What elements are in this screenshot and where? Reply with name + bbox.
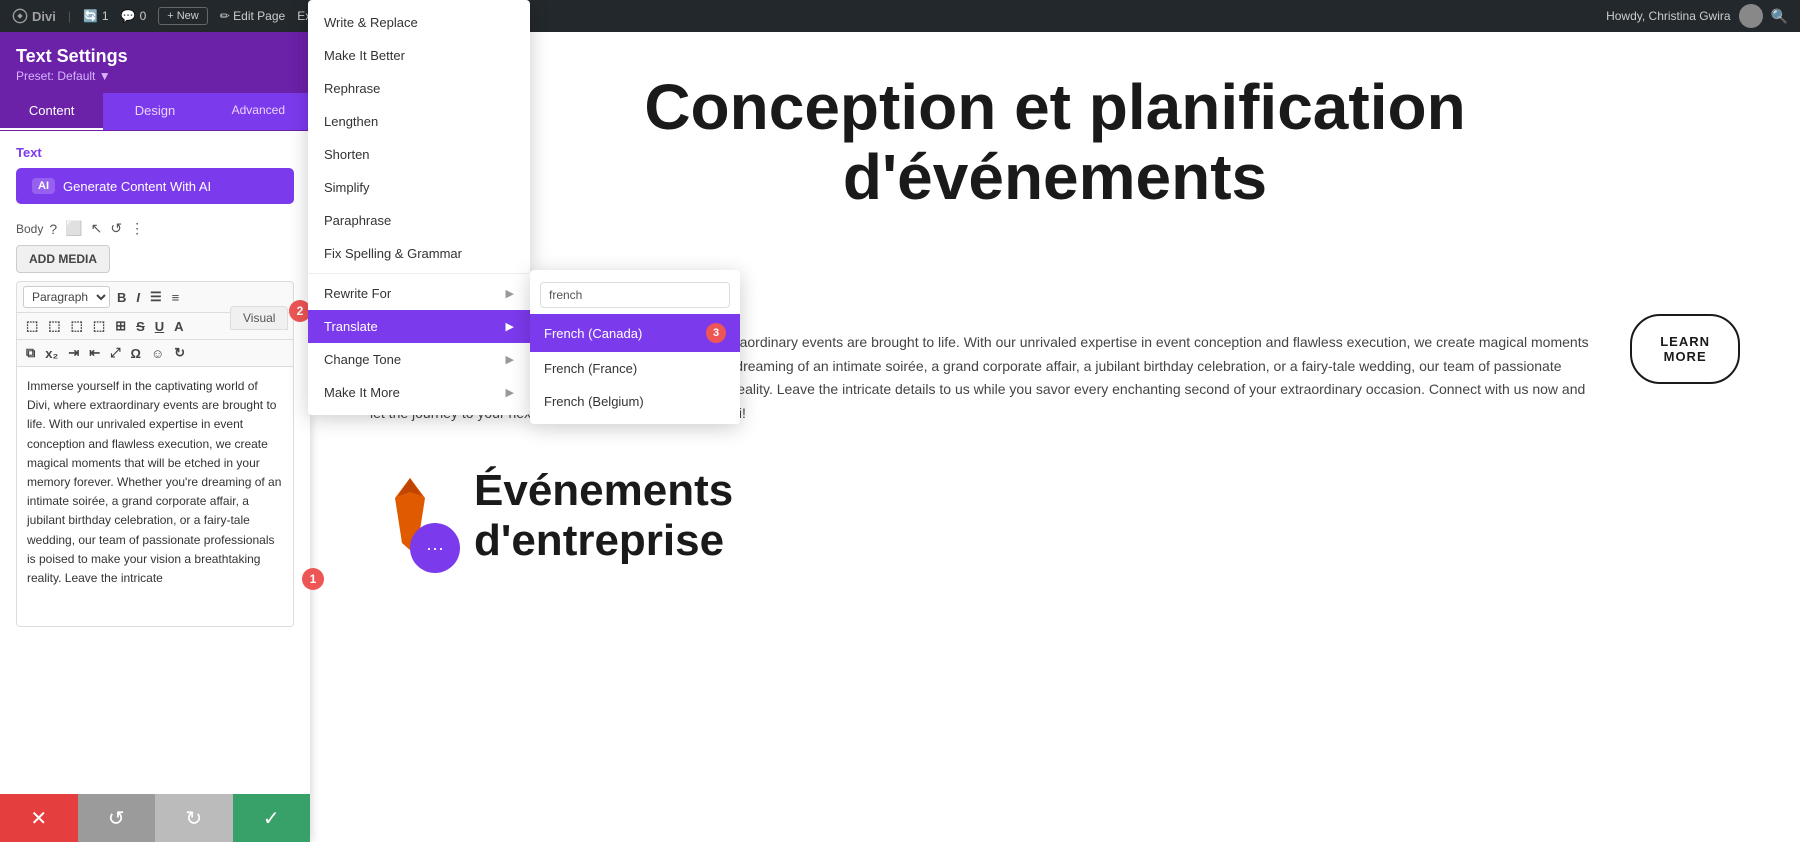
lang-item-canada[interactable]: French (Canada) 3 — [530, 314, 740, 352]
events-section: ··· Événementsd'entreprise — [370, 466, 1740, 566]
dots-icon: ··· — [426, 538, 444, 559]
edit-page-button[interactable]: ✏ Edit Page — [220, 9, 285, 23]
admin-bar-right: Howdy, Christina Gwira 🔍 — [1606, 4, 1788, 28]
bold-button[interactable]: B — [114, 288, 129, 307]
panel-header: Text Settings Preset: Default ▼ — [0, 32, 310, 93]
search-icon[interactable]: 🔍 — [1771, 8, 1788, 25]
menu-rephrase[interactable]: Rephrase — [308, 72, 530, 105]
tab-design[interactable]: Design — [103, 93, 206, 130]
cursor-icon[interactable]: ↖ — [89, 218, 105, 239]
translate-submenu: French (Canada) 3 French (France) French… — [530, 270, 740, 424]
menu-change-tone[interactable]: Change Tone ▶ — [308, 343, 530, 376]
unordered-list-button[interactable]: ☰ — [147, 287, 165, 307]
more-icon[interactable]: ⋮ — [128, 218, 146, 239]
badge-1: 1 — [302, 568, 324, 590]
panel-content: Text AI Generate Content With AI Body ? … — [0, 131, 310, 842]
menu-write-replace[interactable]: Write & Replace — [308, 32, 530, 39]
body-label: Body — [16, 222, 43, 236]
layout-icon[interactable]: ⬜ — [63, 218, 84, 239]
menu-simplify[interactable]: Simplify — [308, 171, 530, 204]
main-content: Conception et planificationd'événements … — [310, 32, 1800, 842]
ai-icon: AI — [32, 178, 55, 194]
learn-more-button[interactable]: LEARNMORE — [1630, 314, 1740, 384]
main-layout: Text Settings Preset: Default ▼ Content … — [0, 32, 1800, 842]
admin-bar-comments[interactable]: 💬 0 — [121, 9, 147, 23]
divi-logo[interactable]: Divi — [12, 8, 56, 24]
search-box-wrap — [530, 276, 740, 314]
generate-content-button[interactable]: AI Generate Content With AI — [16, 168, 294, 204]
menu-paraphrase[interactable]: Paraphrase — [308, 204, 530, 237]
event-icon-wrap: ··· — [370, 468, 450, 563]
hero-title: Conception et planificationd'événements — [370, 72, 1740, 213]
table-button[interactable]: ⊞ — [112, 316, 129, 336]
indent-button[interactable]: ⇥ — [65, 343, 82, 363]
menu-divider-1 — [308, 273, 530, 274]
menu-make-it-more[interactable]: Make It More ▶ — [308, 376, 530, 409]
cancel-button[interactable]: ✕ — [0, 794, 78, 842]
rewrite-for-arrow: ▶ — [506, 287, 514, 300]
menu-make-better[interactable]: Make It Better — [308, 39, 530, 72]
make-it-more-arrow: ▶ — [506, 386, 514, 399]
panel-tabs: Content Design Advanced — [0, 93, 310, 131]
fullscreen-button[interactable]: ⤢ — [107, 343, 123, 363]
body-toolbar-row: Body ? ⬜ ↖ ↺ ⋮ — [16, 218, 294, 239]
admin-bar: Divi | 🔄 1 💬 0 + New ✏ Edit Page Exit Vi… — [0, 0, 1800, 32]
change-tone-arrow: ▶ — [506, 353, 514, 366]
translate-search-input[interactable] — [540, 282, 730, 308]
align-left-button[interactable]: ⬚ — [23, 316, 41, 336]
left-panel: Text Settings Preset: Default ▼ Content … — [0, 32, 310, 842]
justify-button[interactable]: ⬚ — [90, 316, 108, 336]
menu-translate[interactable]: Translate ▶ — [308, 310, 530, 343]
underline-button[interactable]: U — [152, 317, 167, 336]
undo-icon[interactable]: ↺ — [108, 218, 124, 239]
menu-rewrite-for[interactable]: Rewrite For ▶ — [308, 277, 530, 310]
color-button[interactable]: A — [171, 317, 186, 336]
purple-circle: ··· — [410, 523, 460, 573]
editor-body[interactable]: Immerse yourself in the captivating worl… — [16, 367, 294, 627]
lang-item-france[interactable]: French (France) — [530, 352, 740, 385]
lang-item-belgium[interactable]: French (Belgium) — [530, 385, 740, 418]
events-title-block: Événementsd'entreprise — [474, 466, 733, 566]
new-button[interactable]: + New — [158, 7, 208, 25]
menu-fix-spelling[interactable]: Fix Spelling & Grammar — [308, 237, 530, 270]
special-char-button[interactable]: Ω — [128, 344, 144, 363]
italic-button[interactable]: I — [133, 288, 143, 307]
menu-lengthen[interactable]: Lengthen — [308, 105, 530, 138]
panel-preset[interactable]: Preset: Default ▼ — [16, 69, 294, 83]
paragraph-select[interactable]: Paragraph Heading 1 Heading 2 — [23, 286, 110, 308]
save-button[interactable]: ✓ — [233, 794, 311, 842]
context-menu: Write & Replace Make It Better Rephrase … — [308, 32, 530, 415]
tab-content[interactable]: Content — [0, 93, 103, 130]
outdent-button[interactable]: ⇤ — [86, 343, 103, 363]
redo-btn2[interactable]: ↻ — [171, 343, 188, 363]
panel-title: Text Settings — [16, 46, 294, 67]
events-title: Événementsd'entreprise — [474, 466, 733, 566]
editor-toolbar-row3: ⧉ x₂ ⇥ ⇤ ⤢ Ω ☺ ↻ — [16, 340, 294, 367]
align-center-button[interactable]: ⬚ — [45, 316, 63, 336]
align-right-button[interactable]: ⬚ — [68, 316, 86, 336]
howdy-text: Howdy, Christina Gwira — [1606, 9, 1730, 23]
menu-shorten[interactable]: Shorten — [308, 138, 530, 171]
emoji-button[interactable]: ☺ — [148, 344, 167, 363]
add-media-button[interactable]: ADD MEDIA — [16, 245, 110, 273]
strikethrough-button[interactable]: S — [133, 317, 148, 336]
lang-badge-canada: 3 — [706, 323, 726, 343]
user-avatar — [1739, 4, 1763, 28]
undo-button[interactable]: ↺ — [78, 794, 156, 842]
ordered-list-button[interactable]: ≡ — [169, 288, 183, 307]
admin-bar-counter[interactable]: 🔄 1 — [83, 9, 109, 23]
tab-advanced[interactable]: Advanced — [207, 93, 310, 130]
translate-arrow: ▶ — [506, 320, 514, 333]
visual-tab[interactable]: Visual — [230, 306, 288, 330]
page-content: Conception et planificationd'événements … — [310, 32, 1800, 842]
bottom-bar: ✕ ↺ ↻ ✓ — [0, 794, 310, 842]
visual-tab-area: Visual — [230, 306, 288, 330]
embed-button[interactable]: ⧉ — [23, 343, 38, 363]
subscript-button[interactable]: x₂ — [42, 344, 61, 363]
section-label-text: Text — [16, 145, 294, 160]
help-icon[interactable]: ? — [47, 219, 59, 239]
generate-btn-label: Generate Content With AI — [63, 179, 211, 194]
redo-button[interactable]: ↻ — [155, 794, 233, 842]
